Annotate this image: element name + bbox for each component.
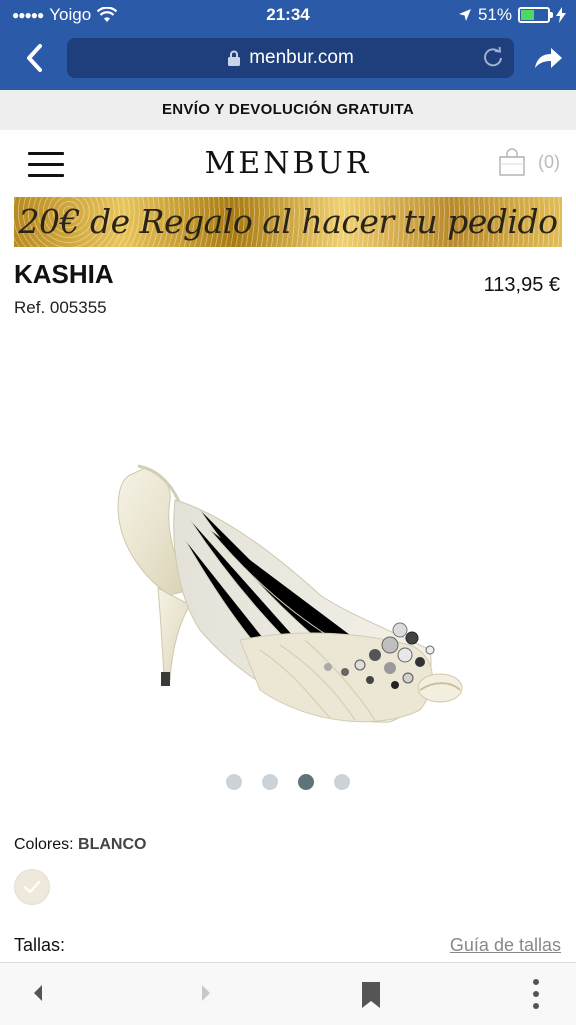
url-text: menbur.com <box>249 47 354 68</box>
reload-icon[interactable] <box>482 46 504 68</box>
battery-icon <box>518 7 553 23</box>
product-image[interactable] <box>90 440 490 740</box>
sizes-label: Tallas: <box>14 935 66 955</box>
pager-dot[interactable] <box>262 774 278 790</box>
selected-color: BLANCO <box>78 836 147 853</box>
back-icon[interactable] <box>30 981 46 1005</box>
colors-row: Colores: BLANCO <box>14 836 146 854</box>
shopping-bag-icon <box>499 148 525 176</box>
shoe-illustration <box>117 464 463 723</box>
colors-label: Colores: <box>14 836 74 853</box>
bookmark-icon[interactable] <box>360 981 382 1009</box>
cart-count: (0) <box>538 151 560 172</box>
browser-chrome: ●●●●● Yoigo 21:34 51% menbur.com <box>0 0 576 90</box>
back-chevron-icon[interactable] <box>20 38 52 78</box>
color-swatch-blanco[interactable] <box>14 869 50 905</box>
lock-icon <box>228 50 241 66</box>
battery-percent: 51% <box>477 5 512 24</box>
pager-dot[interactable] <box>334 774 350 790</box>
cart-button[interactable]: (0) <box>496 146 560 178</box>
charging-bolt-icon <box>556 7 566 23</box>
pager-dot-active[interactable] <box>298 774 314 790</box>
address-bar[interactable]: menbur.com <box>67 38 514 78</box>
browser-toolbar <box>0 962 576 1025</box>
checkmark-icon <box>23 880 41 894</box>
shipping-notice: ENVÍO Y DEVOLUCIÓN GRATUITA <box>0 90 576 130</box>
status-right: 51% <box>458 5 566 25</box>
site-logo[interactable]: MENBUR <box>0 146 576 181</box>
promo-banner[interactable]: 20€ de Regalo al hacer tu pedido <box>14 197 562 247</box>
status-bar: ●●●●● Yoigo 21:34 51% <box>0 0 576 30</box>
product-reference: Ref. 005355 <box>14 298 107 317</box>
pager-dot[interactable] <box>226 774 242 790</box>
image-pager <box>0 774 576 790</box>
product-name: KASHIA <box>14 259 114 289</box>
browser-nav: menbur.com <box>0 34 576 84</box>
location-arrow-icon <box>458 9 471 21</box>
forward-icon[interactable] <box>198 981 214 1005</box>
more-options-icon[interactable] <box>530 977 542 1011</box>
promo-banner-text: 20€ de Regalo al hacer tu pedido <box>18 202 558 241</box>
site-header: MENBUR (0) <box>0 130 576 196</box>
share-arrow-icon[interactable] <box>532 44 564 72</box>
product-price: 113,95 € <box>483 274 560 296</box>
size-guide-link[interactable]: Guía de tallas <box>450 935 561 956</box>
